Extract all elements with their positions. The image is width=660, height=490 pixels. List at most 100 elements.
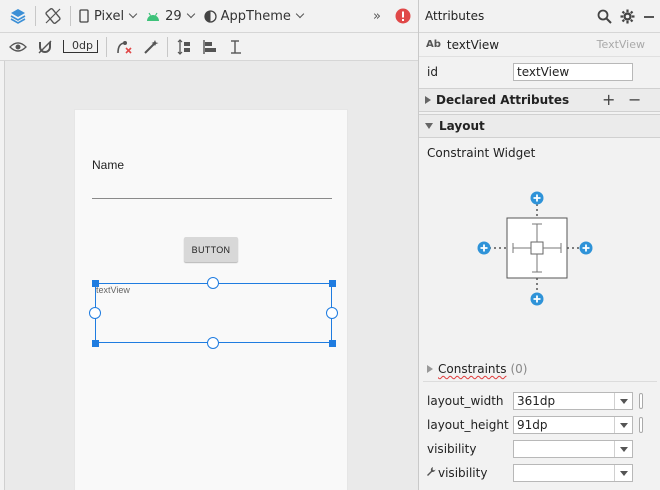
gear-icon[interactable]: [620, 9, 635, 24]
autoconnect-off-icon[interactable]: [32, 33, 58, 60]
add-constraint-left-icon: [477, 241, 491, 255]
layout-height-row: layout_height 91dp: [419, 414, 660, 436]
layout-section-title: Layout: [439, 119, 485, 133]
constraint-widget-label: Constraint Widget: [427, 146, 536, 160]
layout-height-value: 91dp: [517, 418, 548, 432]
visibility-dropdown[interactable]: [513, 440, 633, 458]
dropdown-arrow-icon: [614, 417, 632, 433]
resize-handle-bottom-right[interactable]: [329, 340, 336, 347]
design-canvas[interactable]: Name BUTTON textView: [4, 61, 418, 490]
resize-handle-bottom-left[interactable]: [92, 340, 99, 347]
selected-textview-bounds[interactable]: [95, 283, 332, 343]
theme-icon: [203, 9, 217, 23]
android-icon: [147, 12, 160, 21]
textview-icon: Ab: [426, 39, 441, 50]
resize-handle[interactable]: [639, 417, 643, 433]
infer-constraints-icon[interactable]: [138, 33, 164, 60]
toolbar-divider: [166, 36, 168, 57]
resize-handle[interactable]: [639, 393, 643, 409]
eye-icon[interactable]: [0, 33, 32, 60]
tools-visibility-dropdown[interactable]: [513, 464, 633, 482]
name-textview[interactable]: Name: [92, 158, 124, 172]
resize-handle-top-right[interactable]: [329, 280, 336, 287]
device-selector[interactable]: Pixel: [74, 0, 141, 32]
design-toolbar: Pixel 29 AppTheme »: [0, 0, 418, 33]
toolbar-divider: [105, 36, 107, 57]
layout-height-dropdown[interactable]: 91dp: [513, 416, 633, 434]
theme-label: AppTheme: [220, 8, 291, 24]
layout-width-value: 361dp: [517, 394, 556, 408]
constraints-count: (0): [510, 362, 528, 376]
dropdown-arrow-icon: [614, 465, 632, 481]
align-icon[interactable]: [197, 33, 223, 60]
layers-icon[interactable]: [0, 0, 32, 32]
collapse-arrow-icon: [425, 123, 433, 129]
add-attribute-button[interactable]: +: [602, 92, 615, 108]
attributes-header: Attributes: [419, 0, 660, 33]
layout-width-dropdown[interactable]: 361dp: [513, 392, 633, 410]
toolbar-divider: [35, 6, 36, 26]
orientation-icon[interactable]: [39, 0, 67, 32]
toolbar-divider: [70, 6, 71, 26]
margin-value: 0dp: [63, 40, 98, 53]
id-field[interactable]: textView: [513, 63, 633, 81]
component-name: textView: [446, 37, 500, 52]
api-level-label: 29: [165, 8, 182, 24]
constraint-anchor-right[interactable]: [326, 307, 338, 319]
resize-handle-top-left[interactable]: [92, 280, 99, 287]
device-preview[interactable]: Name BUTTON textView: [75, 110, 347, 490]
visibility-label: visibility: [427, 442, 477, 456]
layout-section-header[interactable]: Layout: [419, 114, 660, 138]
pack-icon[interactable]: [171, 33, 197, 60]
clear-constraints-icon[interactable]: [110, 33, 138, 60]
layout-width-row: layout_width 361dp: [419, 390, 660, 412]
chevron-down-icon: [128, 9, 138, 19]
add-constraint-right-icon: [579, 241, 593, 255]
dropdown-arrow-icon: [614, 393, 632, 409]
api-level-selector[interactable]: 29: [141, 0, 199, 32]
design-editor: Pixel 29 AppTheme » 0dp Name BUTTON text…: [0, 0, 418, 490]
constraint-anchor-top[interactable]: [207, 277, 219, 289]
guidelines-icon[interactable]: [223, 33, 249, 60]
selected-textview-text: textView: [96, 285, 130, 295]
search-icon[interactable]: [597, 9, 612, 24]
declared-attributes-header[interactable]: Declared Attributes + −: [419, 88, 660, 112]
phone-icon: [79, 9, 89, 23]
constraints-label: Constraints: [438, 362, 507, 376]
default-margin-selector[interactable]: 0dp: [58, 33, 103, 60]
preview-button[interactable]: BUTTON: [184, 237, 238, 262]
visibility-row: visibility: [419, 438, 660, 460]
expand-arrow-icon: [427, 365, 433, 373]
declared-attributes-title: Declared Attributes: [436, 93, 570, 107]
layout-toolbar: 0dp: [0, 33, 418, 61]
divider: [423, 381, 657, 382]
add-constraint-top-icon: [530, 191, 544, 205]
error-icon[interactable]: [390, 0, 416, 32]
panel-title: Attributes: [425, 9, 485, 23]
layout-height-label: layout_height: [427, 418, 509, 432]
tools-visibility-label: visibility: [438, 466, 488, 480]
wrench-icon: [426, 466, 436, 480]
device-label: Pixel: [94, 8, 125, 24]
id-row: id textView: [419, 60, 660, 84]
id-label: id: [427, 65, 438, 79]
overflow-button[interactable]: »: [368, 0, 386, 32]
chevron-down-icon: [186, 9, 195, 19]
component-header: Ab textView TextView: [419, 33, 660, 57]
theme-selector[interactable]: AppTheme: [199, 0, 308, 32]
expand-arrow-icon: [425, 96, 431, 104]
constraint-anchor-left[interactable]: [89, 307, 101, 319]
dropdown-arrow-icon: [614, 441, 632, 457]
constraint-widget[interactable]: [477, 190, 597, 310]
constraint-anchor-bottom[interactable]: [207, 337, 219, 349]
add-constraint-bottom-icon: [530, 292, 544, 306]
tools-visibility-row: visibility: [419, 462, 660, 484]
remove-attribute-button[interactable]: −: [628, 92, 641, 108]
chevron-down-icon: [295, 9, 305, 19]
attributes-panel: Attributes Ab textView TextView id textV…: [418, 0, 660, 490]
name-edittext-underline[interactable]: [92, 198, 332, 199]
layout-width-label: layout_width: [427, 394, 504, 408]
minimize-icon[interactable]: [643, 11, 655, 23]
constraints-row[interactable]: Constraints (0): [419, 358, 660, 380]
component-type: TextView: [596, 38, 645, 51]
